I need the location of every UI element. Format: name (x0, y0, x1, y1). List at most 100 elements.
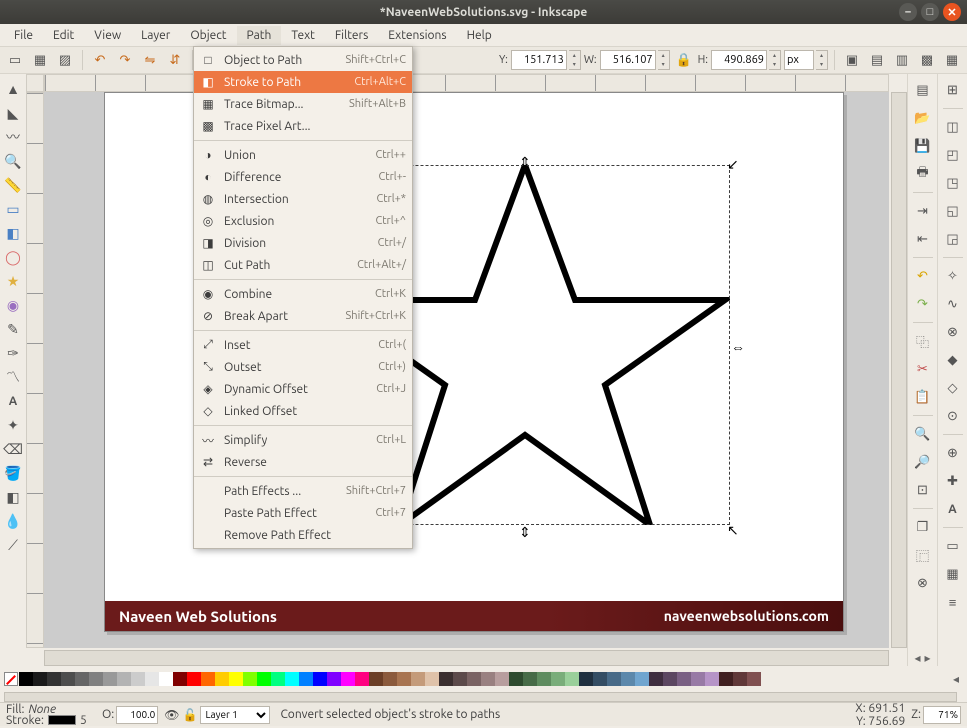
unit-select[interactable] (784, 50, 814, 70)
snap-toggle-icon[interactable]: ⊞ (941, 78, 965, 102)
menu-item-outset[interactable]: ⤡OutsetCtrl+) (194, 356, 412, 378)
snap-line-midpoint-icon[interactable]: ⊙ (941, 404, 965, 428)
maximize-button[interactable]: □ (921, 3, 939, 21)
swatch[interactable] (593, 672, 607, 686)
swatch[interactable] (159, 672, 173, 686)
swatch[interactable] (257, 672, 271, 686)
snap-midpoint-icon[interactable]: ◱ (941, 199, 965, 223)
swatch[interactable] (103, 672, 117, 686)
snap-bbox-icon[interactable]: ◫ (941, 115, 965, 139)
color-palette[interactable] (4, 672, 949, 686)
print-icon[interactable]: 🖶 (911, 162, 935, 186)
no-fill-swatch[interactable] (4, 672, 18, 686)
canvas-viewport[interactable]: ↘ ⇕ ↙ ⇔ ↖ ⇕ ↗ Naveen Web Solutions navee… (44, 92, 889, 648)
horizontal-scrollbar[interactable] (44, 650, 889, 666)
export-icon[interactable]: ⇤ (911, 227, 935, 251)
swatch[interactable] (33, 672, 47, 686)
menu-item-intersection[interactable]: ◍IntersectionCtrl+* (194, 188, 412, 210)
menu-item-stroke-to-path[interactable]: ◧Stroke to PathCtrl+Alt+C (194, 71, 412, 93)
snap-guide-icon[interactable]: ≡ (941, 590, 965, 614)
swatch[interactable] (355, 672, 369, 686)
bucket-tool-icon[interactable]: 🪣 (2, 462, 24, 484)
menu-item-reverse[interactable]: ⇄Reverse (194, 451, 412, 473)
w-input[interactable] (600, 50, 656, 70)
snap-page-icon[interactable]: ▭ (941, 534, 965, 558)
menu-help[interactable]: Help (457, 26, 502, 45)
node-tool-icon[interactable]: ◣ (2, 102, 24, 124)
swatch[interactable] (341, 672, 355, 686)
eraser-tool-icon[interactable]: ⌫ (2, 438, 24, 460)
ellipse-tool-icon[interactable]: ◯ (2, 246, 24, 268)
swatch[interactable] (621, 672, 635, 686)
swatch[interactable] (271, 672, 285, 686)
menu-item-difference[interactable]: ◐DifferenceCtrl+- (194, 166, 412, 188)
clone-icon[interactable]: ⿸ (911, 543, 935, 567)
swatch[interactable] (215, 672, 229, 686)
menu-item-inset[interactable]: ⤢InsetCtrl+( (194, 334, 412, 356)
snap-cusp-icon[interactable]: ◆ (941, 348, 965, 372)
import-icon[interactable]: ⇥ (911, 199, 935, 223)
unlink-clone-icon[interactable]: ⊗ (911, 571, 935, 595)
menu-item-cut-path[interactable]: ◫Cut PathCtrl+Alt+/ (194, 254, 412, 276)
snap-corner-icon[interactable]: ◳ (941, 171, 965, 195)
rect-tool-icon[interactable]: ▭ (2, 198, 24, 220)
measure-tool-icon[interactable]: 📏 (2, 174, 24, 196)
swatch[interactable] (495, 672, 509, 686)
swatch[interactable] (285, 672, 299, 686)
menu-item-division[interactable]: ◨DivisionCtrl+/ (194, 232, 412, 254)
star-tool-icon[interactable]: ★ (2, 270, 24, 292)
swatch[interactable] (61, 672, 75, 686)
menu-item-simplify[interactable]: 〰SimplifyCtrl+L (194, 429, 412, 451)
new-doc-icon[interactable]: ▤ (911, 78, 935, 102)
menu-item-break-apart[interactable]: ⊘Break ApartShift+Ctrl+K (194, 305, 412, 327)
swatch[interactable] (453, 672, 467, 686)
menu-layer[interactable]: Layer (131, 26, 180, 45)
menu-text[interactable]: Text (281, 26, 325, 45)
snap-object-center-icon[interactable]: ⊕ (941, 441, 965, 465)
save-icon[interactable]: 💾 (911, 134, 935, 158)
copy-icon[interactable]: ⿻ (911, 329, 935, 353)
swatch[interactable] (397, 672, 411, 686)
menu-item-paste-path-effect[interactable]: Paste Path EffectCtrl+7 (194, 502, 412, 524)
pencil-tool-icon[interactable]: ✎ (2, 318, 24, 340)
swatch[interactable] (705, 672, 719, 686)
swatch[interactable] (229, 672, 243, 686)
ruler-vertical[interactable] (26, 92, 44, 648)
swatch[interactable] (299, 672, 313, 686)
menu-edit[interactable]: Edit (43, 26, 84, 45)
snap-intersection-icon[interactable]: ⊗ (941, 320, 965, 344)
stroke-swatch[interactable] (48, 715, 76, 725)
menu-extensions[interactable]: Extensions (378, 26, 456, 45)
lock-aspect-icon[interactable]: 🔒 (673, 49, 695, 71)
snap-node-icon[interactable]: ✧ (941, 264, 965, 288)
swatch[interactable] (565, 672, 579, 686)
menu-view[interactable]: View (84, 26, 131, 45)
paste-icon[interactable]: 📋 (911, 385, 935, 409)
swatch[interactable] (635, 672, 649, 686)
swatch[interactable] (537, 672, 551, 686)
close-button[interactable]: ✕ (943, 3, 961, 21)
menu-object[interactable]: Object (180, 26, 236, 45)
menu-item-remove-path-effect[interactable]: Remove Path Effect (194, 524, 412, 546)
zoom-input[interactable] (923, 706, 961, 724)
swatch[interactable] (747, 672, 761, 686)
menu-item-trace-bitmap[interactable]: ▦Trace Bitmap...Shift+Alt+B (194, 93, 412, 115)
transform-affect-corners-icon[interactable]: ▥ (891, 49, 913, 71)
snap-smooth-icon[interactable]: ◇ (941, 376, 965, 400)
zoom-tool-icon[interactable]: 🔍 (2, 150, 24, 172)
swatch[interactable] (117, 672, 131, 686)
swatch[interactable] (327, 672, 341, 686)
y-input[interactable] (511, 50, 567, 70)
menu-file[interactable]: File (4, 26, 43, 45)
text-tool-icon[interactable]: A (2, 390, 24, 412)
ruler-horizontal[interactable] (44, 74, 889, 92)
bezier-tool-icon[interactable]: ✑ (2, 342, 24, 364)
swatch[interactable] (607, 672, 621, 686)
connector-tool-icon[interactable]: ⟋ (2, 534, 24, 556)
swatch[interactable] (425, 672, 439, 686)
swatch[interactable] (467, 672, 481, 686)
layer-visibility-icon[interactable]: 👁 (164, 708, 179, 722)
tweak-tool-icon[interactable]: 〰 (2, 126, 24, 148)
snap-text-icon[interactable]: A (941, 497, 965, 521)
swatch[interactable] (131, 672, 145, 686)
